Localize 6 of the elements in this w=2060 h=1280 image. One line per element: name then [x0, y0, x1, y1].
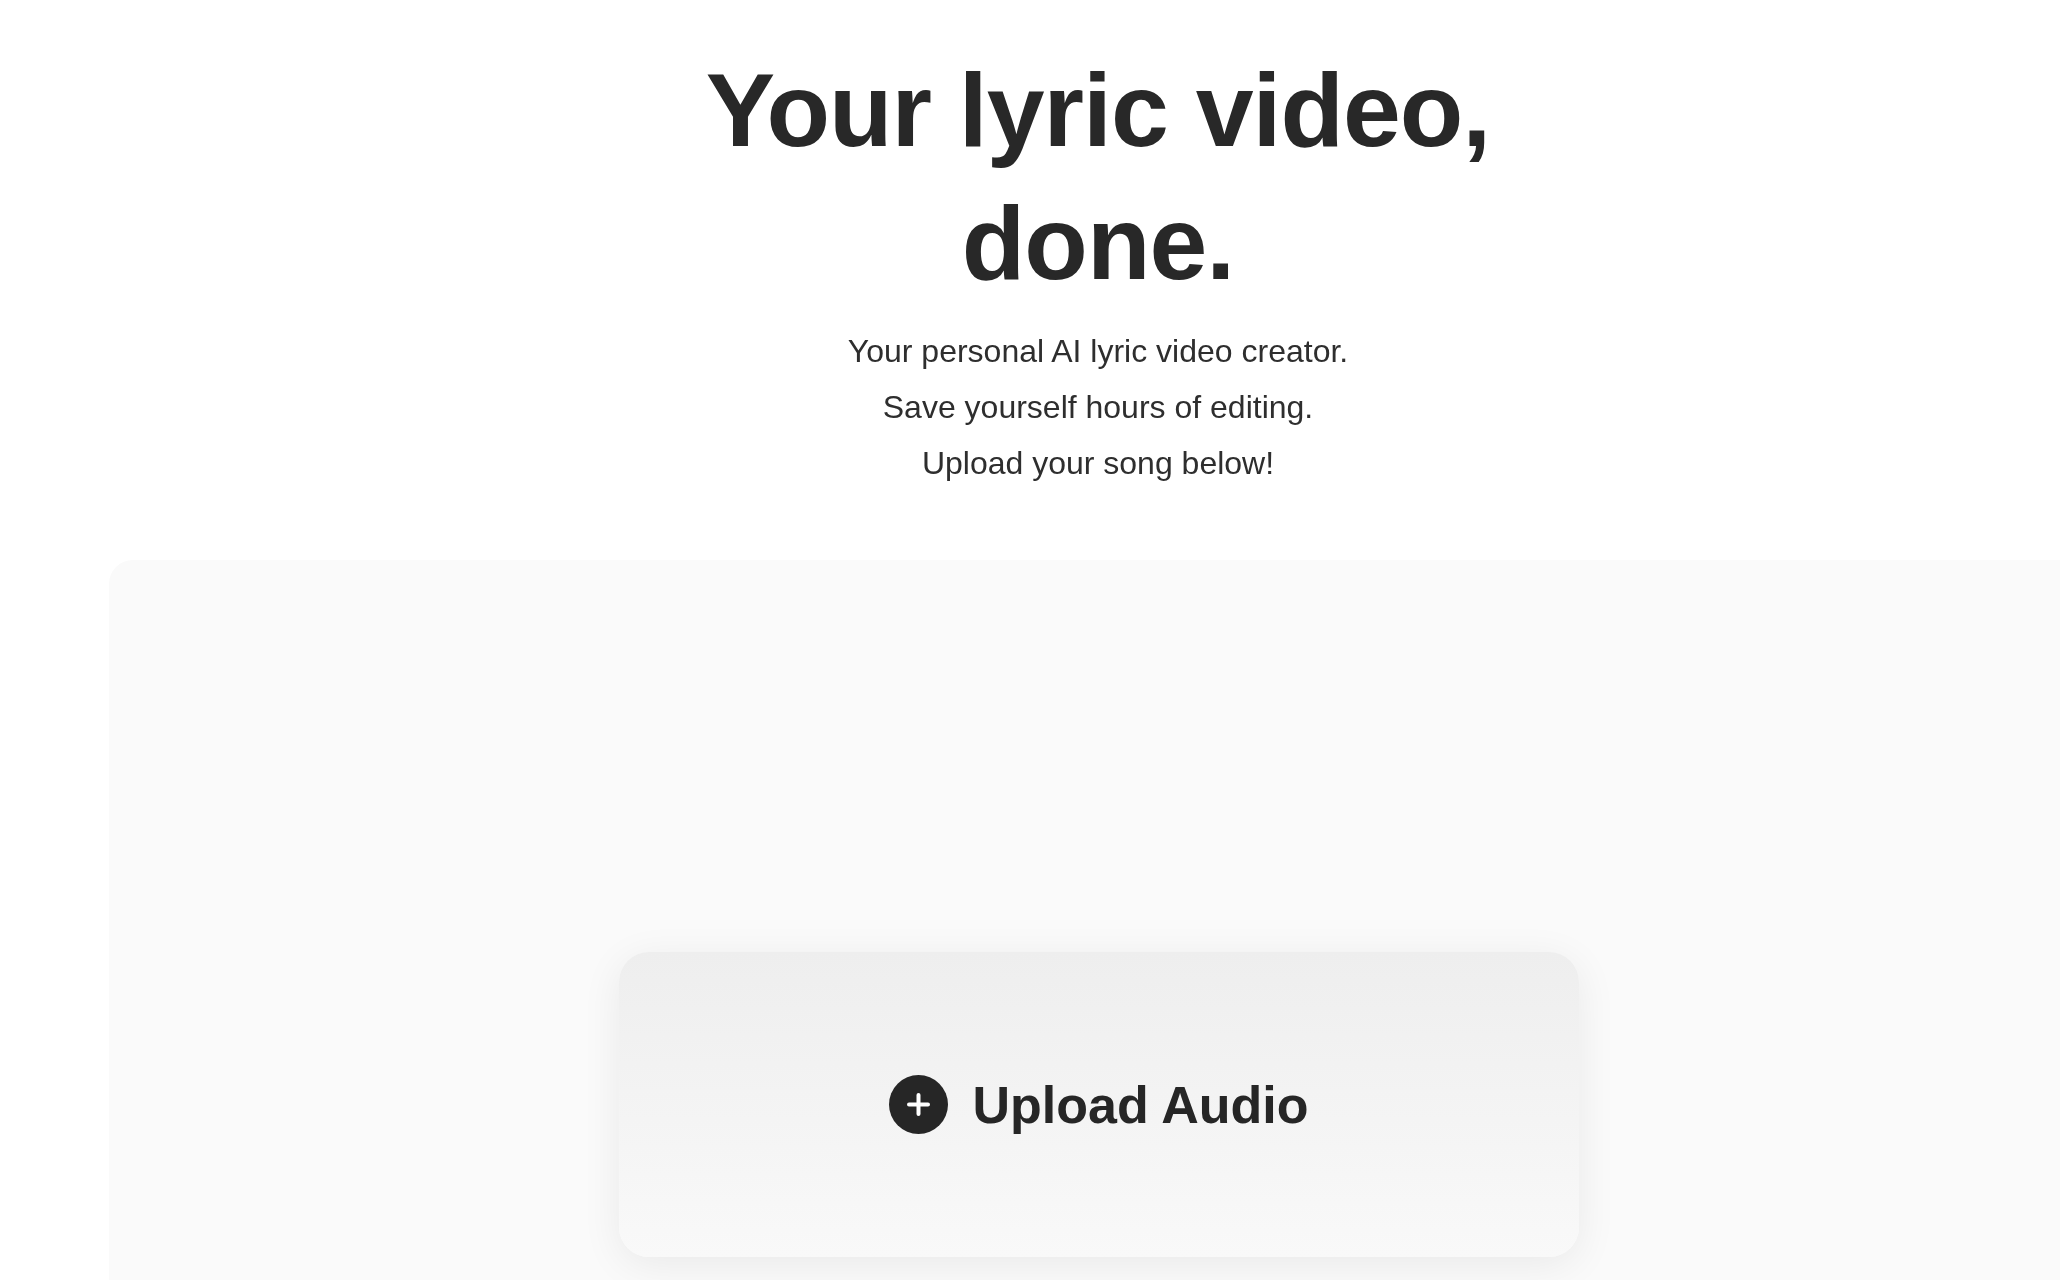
upload-audio-button[interactable]: Upload Audio [619, 952, 1579, 1257]
subtitle-line: Save yourself hours of editing. [882, 388, 1314, 427]
subtitle-line: Your personal AI lyric video creator. [847, 332, 1349, 371]
subtitle-line: Upload your song below! [921, 444, 1275, 483]
plus-circle-icon [889, 1075, 949, 1134]
headline: Your lyric video, done. [704, 51, 1492, 303]
